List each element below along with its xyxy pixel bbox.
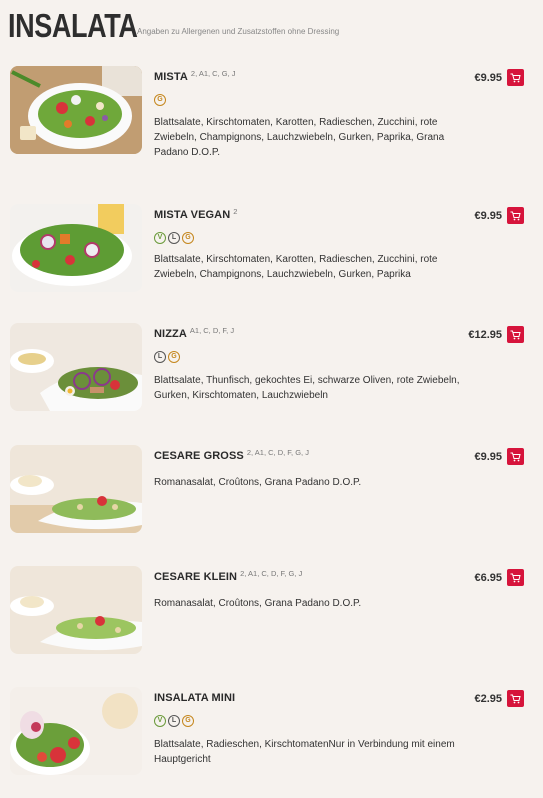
item-description: Blattsalate, Kirschtomaten, Karotten, Ra… xyxy=(154,117,445,158)
item-allergens: 2 xyxy=(233,207,238,216)
item-allergens: A1, C, D, F, J xyxy=(189,326,235,335)
add-to-cart-button[interactable] xyxy=(507,690,524,707)
shopping-cart-icon xyxy=(510,694,521,704)
menu-item: CESARE GROSS 2, A1, C, D, F, G, J Romana… xyxy=(10,445,535,545)
badge-v: V xyxy=(154,715,166,727)
item-price: €9.95 xyxy=(474,451,502,463)
badge-v: V xyxy=(154,232,166,244)
page-header: INSALATA xyxy=(8,2,158,42)
shopping-cart-icon xyxy=(510,330,521,340)
badge-g: G xyxy=(182,715,194,727)
badge-l: L xyxy=(168,232,180,244)
item-image[interactable] xyxy=(10,66,142,154)
item-description: Blattsalate, Kirschtomaten, Karotten, Ra… xyxy=(154,254,438,280)
item-image[interactable] xyxy=(10,445,142,533)
item-description: Blattsalate, Radieschen, KirschtomatenNu… xyxy=(154,739,455,765)
item-image[interactable] xyxy=(10,204,142,292)
item-description: Romanasalat, Croûtons, Grana Padano D.O.… xyxy=(154,598,362,609)
add-to-cart-button[interactable] xyxy=(507,326,524,343)
item-allergens: 2, A1, C, G, J xyxy=(190,69,236,78)
shopping-cart-icon xyxy=(510,211,521,221)
item-name: MISTA VEGAN xyxy=(154,209,231,221)
item-name: MISTA xyxy=(154,71,188,83)
shopping-cart-icon xyxy=(510,573,521,583)
diet-badges: VLG xyxy=(154,232,194,244)
item-name: CESARE GROSS xyxy=(154,450,244,462)
add-to-cart-button[interactable] xyxy=(507,569,524,586)
item-name: INSALATA MINI xyxy=(154,692,236,704)
item-price: €12.95 xyxy=(468,329,502,341)
menu-item: INSALATA MINI VLG Blattsalate, Radiesche… xyxy=(10,687,535,787)
add-to-cart-button[interactable] xyxy=(507,69,524,86)
item-price: €9.95 xyxy=(474,72,502,84)
item-image[interactable] xyxy=(10,687,142,775)
item-price: €9.95 xyxy=(474,210,502,222)
badge-g: G xyxy=(168,351,180,363)
item-image[interactable] xyxy=(10,323,142,411)
item-image[interactable] xyxy=(10,566,142,654)
badge-l: L xyxy=(168,715,180,727)
page-subtitle: Angaben zu Allergenen und Zusatzstoffen … xyxy=(137,27,340,36)
badge-g: G xyxy=(182,232,194,244)
item-name: CESARE KLEIN xyxy=(154,571,238,583)
add-to-cart-button[interactable] xyxy=(507,207,524,224)
diet-badges: VLG xyxy=(154,715,194,727)
menu-item: NIZZA A1, C, D, F, J LG Blattsalate, Thu… xyxy=(10,323,535,423)
item-allergens: 2, A1, C, D, F, G, J xyxy=(240,569,303,578)
badge-g: G xyxy=(154,94,166,106)
menu-item: MISTA VEGAN 2 VLG Blattsalate, Kirschtom… xyxy=(10,204,535,304)
diet-badges: G xyxy=(154,94,166,106)
shopping-cart-icon xyxy=(510,452,521,462)
page-title: INSALATA xyxy=(8,7,138,44)
badge-l: L xyxy=(154,351,166,363)
shopping-cart-icon xyxy=(510,73,521,83)
menu-item: CESARE KLEIN 2, A1, C, D, F, G, J Romana… xyxy=(10,566,535,666)
add-to-cart-button[interactable] xyxy=(507,448,524,465)
item-description: Romanasalat, Croûtons, Grana Padano D.O.… xyxy=(154,477,362,488)
menu-item: MISTA 2, A1, C, G, J G Blattsalate, Kirs… xyxy=(10,66,535,166)
item-price: €6.95 xyxy=(474,572,502,584)
item-description: Blattsalate, Thunfisch, gekochtes Ei, sc… xyxy=(154,375,460,401)
item-price: €2.95 xyxy=(474,693,502,705)
item-name: NIZZA xyxy=(154,328,187,340)
item-allergens: 2, A1, C, D, F, G, J xyxy=(246,448,309,457)
diet-badges: LG xyxy=(154,351,180,363)
